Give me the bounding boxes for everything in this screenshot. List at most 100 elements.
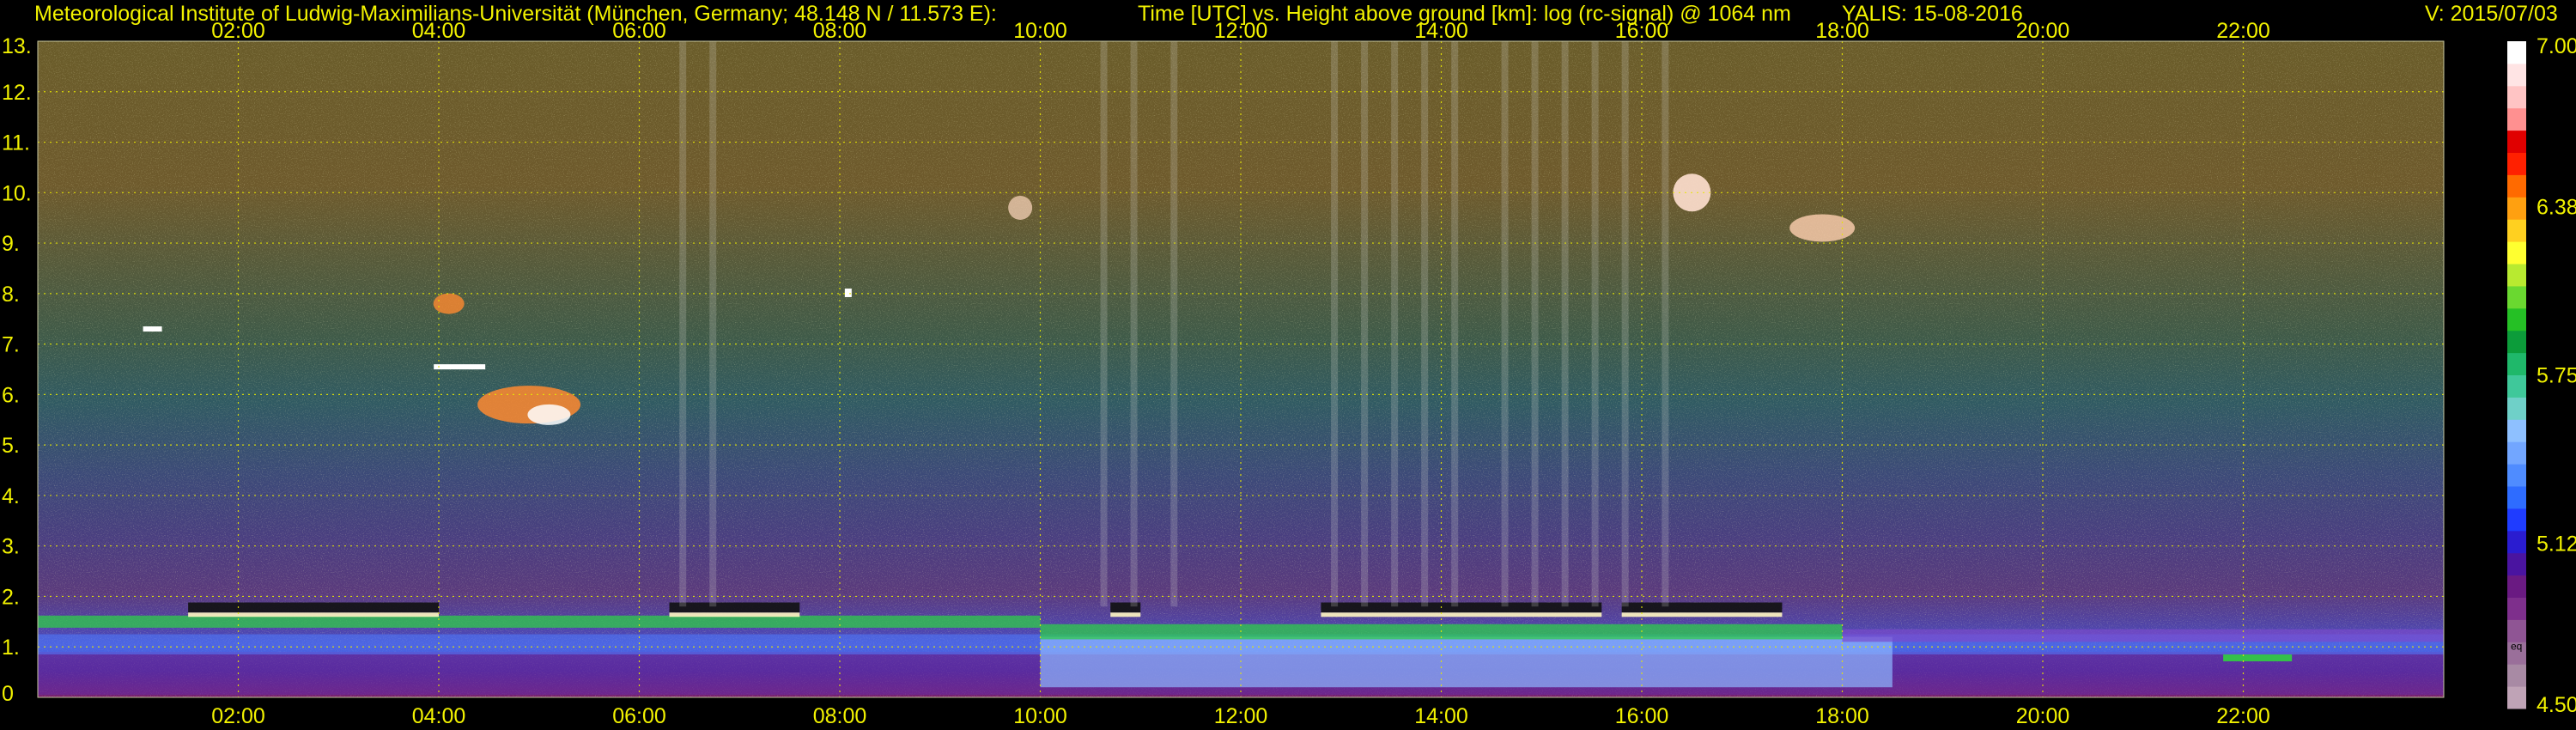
colorbar-segment — [2507, 264, 2526, 287]
signal-streak — [1130, 41, 1138, 607]
instrument-date: YALIS: 15-08-2016 — [1842, 2, 2023, 26]
colorbar-segment — [2507, 63, 2526, 87]
colorbar-segment — [2507, 530, 2526, 554]
low-cloud — [188, 602, 439, 613]
y-axis: 01.2.3.4.5.6.7.8.9.10.11.12.13. — [2, 34, 32, 706]
boundary-layer-top — [38, 615, 1041, 628]
colorbar-segment — [2507, 130, 2526, 153]
colorbar-segment — [2507, 486, 2526, 509]
x-tick-label: 18:00 — [1815, 704, 1869, 728]
y-tick-label: 8. — [2, 283, 20, 307]
signal-streak — [1331, 41, 1339, 607]
low-cloud — [1621, 602, 1783, 613]
signal-streak — [1361, 41, 1369, 607]
signal-streak — [1421, 41, 1429, 607]
colorbar-segment — [2507, 464, 2526, 487]
colorbar-segment — [2507, 307, 2526, 332]
colorbar-segment — [2507, 419, 2526, 442]
cloud-fragment — [844, 288, 852, 297]
colorbar-segment — [2507, 219, 2526, 242]
colorbar-segment — [2507, 686, 2526, 709]
low-cloud-base — [1621, 612, 1783, 617]
colorbar-segment — [2507, 174, 2526, 198]
signal-streak — [1561, 41, 1569, 607]
low-cloud — [669, 602, 800, 613]
signal-streak — [1621, 41, 1629, 607]
colorbar-segment — [2507, 107, 2526, 131]
colorbar-tick-label: 5.75 — [2537, 364, 2576, 388]
x-tick-label: 08:00 — [813, 704, 867, 728]
colorbar-segment — [2507, 241, 2526, 265]
colorbar-segment — [2507, 619, 2526, 642]
colorbar-tick-label: 4.50 — [2537, 693, 2576, 717]
colorbar-segment — [2507, 597, 2526, 620]
x-tick-label: 02:00 — [211, 704, 265, 728]
cirrus — [1008, 195, 1033, 220]
colorbar-segment — [2507, 152, 2526, 175]
low-cloud-base — [669, 612, 800, 617]
signal-streak — [1451, 41, 1459, 607]
y-tick-label: 11. — [2, 131, 30, 155]
mid-cloud-core — [527, 404, 571, 425]
y-tick-label: 5. — [2, 434, 20, 458]
x-tick-label: 12:00 — [1214, 704, 1268, 728]
institute-label: Meteorological Institute of Ludwig-Maxim… — [34, 2, 997, 26]
colorbar: 7.006.385.755.124.50eq — [2507, 34, 2576, 717]
y-tick-label: 3. — [2, 535, 20, 559]
low-cloud-base — [188, 612, 439, 617]
x-axis-bottom: 02:00 04:00 06:00 08:00 10:00 12:00 14:00 16:00… — [211, 704, 2270, 728]
residual-layer — [1842, 629, 2444, 642]
colorbar-segment — [2507, 41, 2526, 64]
y-tick-label: 9. — [2, 232, 20, 256]
version-label: V: 2015/07/03 — [2425, 2, 2558, 26]
x-tick-label: 10:00 — [1013, 704, 1067, 728]
late-layer — [2223, 654, 2293, 662]
y-tick-label: 2. — [2, 585, 20, 609]
colorbar-segment — [2507, 508, 2526, 532]
y-tick-label: 6. — [2, 383, 20, 407]
colorbar-segment — [2507, 197, 2526, 220]
x-tick-label: 14:00 — [1414, 704, 1468, 728]
signal-streak — [1170, 41, 1178, 607]
colorbar-tick-label: 5.12 — [2537, 532, 2576, 556]
cirrus — [1789, 214, 1856, 242]
cloud-fragment — [433, 293, 465, 314]
colorbar-note: eq — [2511, 641, 2522, 653]
colorbar-segment — [2507, 441, 2526, 465]
signal-streak — [709, 41, 717, 607]
chart-header: Meteorological Institute of Ludwig-Maxim… — [0, 0, 2576, 41]
chart-title: Time [UTC] vs. Height above ground [km]:… — [1138, 2, 1791, 26]
low-cloud-base — [1110, 612, 1141, 617]
y-tick-label: 12. — [2, 81, 32, 105]
colorbar-segment — [2507, 397, 2526, 420]
cloud-fragment — [434, 364, 486, 370]
y-tick-label: 10. — [2, 181, 32, 205]
colorbar-segment — [2507, 664, 2526, 687]
y-tick-label: 4. — [2, 484, 20, 508]
colorbar-tick-label: 6.38 — [2537, 196, 2576, 220]
signal-streak — [1662, 41, 1669, 607]
signal-streak — [1100, 41, 1108, 607]
x-tick-label: 20:00 — [2016, 704, 2070, 728]
x-tick-label: 04:00 — [412, 704, 466, 728]
colorbar-segment — [2507, 285, 2526, 309]
signal-streak — [1591, 41, 1599, 607]
colorbar-segment — [2507, 374, 2526, 398]
x-tick-label: 06:00 — [612, 704, 666, 728]
convective-layer — [1040, 636, 1893, 688]
colorbar-segment — [2507, 575, 2526, 598]
colorbar-segment — [2507, 352, 2526, 375]
y-tick-label: 7. — [2, 333, 20, 357]
colorbar-segment — [2507, 330, 2526, 354]
signal-streak — [1391, 41, 1399, 607]
y-tick-label: 0 — [2, 682, 14, 706]
colorbar-segment — [2507, 552, 2526, 576]
x-tick-label: 16:00 — [1615, 704, 1669, 728]
y-tick-label: 1. — [2, 636, 20, 660]
backscatter-field — [38, 41, 2444, 697]
colorbar-segment — [2507, 85, 2526, 109]
low-cloud-base — [1321, 612, 1602, 617]
signal-streak — [1531, 41, 1539, 607]
signal-streak — [679, 41, 687, 607]
lidar-chart: 02:00 04:00 06:00 08:00 10:00 12:00 14:00 16:00… — [2, 19, 2576, 728]
